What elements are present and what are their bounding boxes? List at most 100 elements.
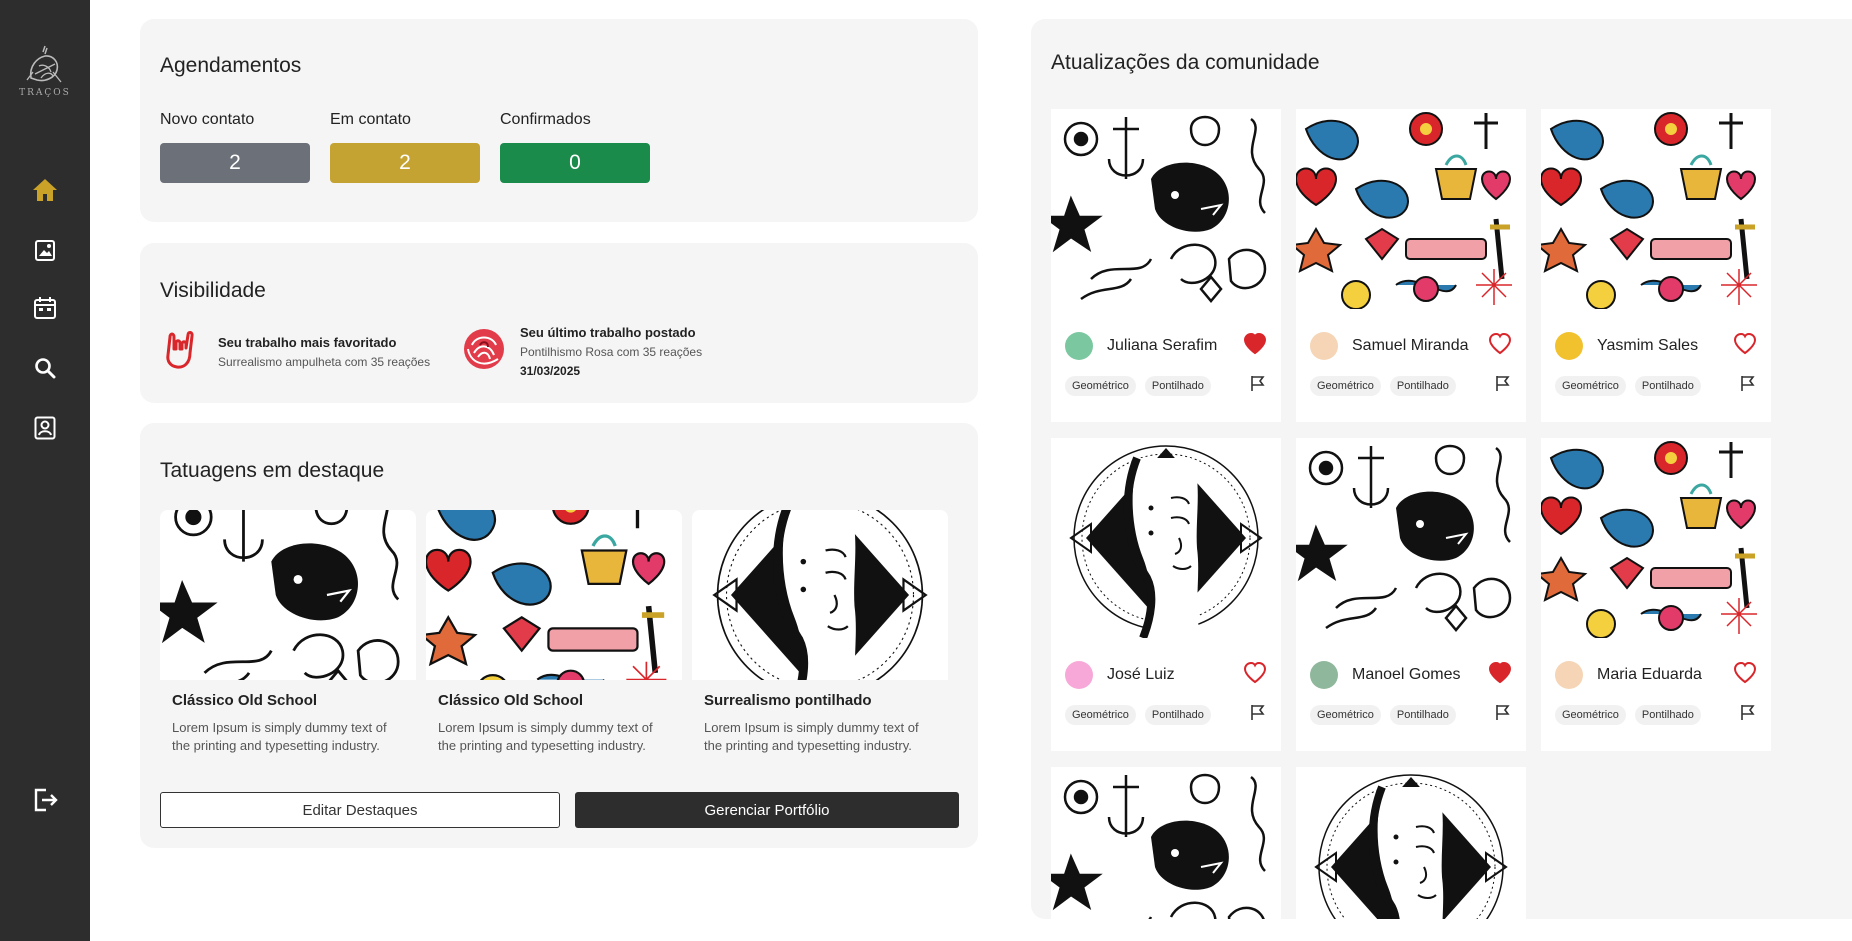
tag[interactable]: Pontilhado (1634, 704, 1701, 725)
nav-calendar[interactable] (0, 286, 90, 330)
visibility-card: Visibilidade Seu trabalho mais favoritad… (140, 243, 978, 403)
post-username[interactable]: Maria Eduarda (1597, 666, 1733, 684)
tattoo-image (1541, 438, 1771, 638)
tag[interactable]: Pontilhado (1389, 704, 1456, 725)
tattoo-image (1051, 767, 1281, 919)
tattoo-image (1296, 109, 1526, 309)
post-username[interactable]: Yasmim Sales (1597, 337, 1733, 355)
flag-icon[interactable] (1494, 374, 1512, 397)
last-posted-sub: Pontilhismo Rosa com 35 reações (520, 345, 703, 359)
post-username[interactable]: Samuel Miranda (1352, 337, 1488, 355)
post-username[interactable]: Manoel Gomes (1352, 666, 1488, 684)
avatar[interactable] (1065, 661, 1093, 689)
confirmed-label: Confirmados (500, 111, 591, 128)
search-icon (35, 358, 56, 379)
heart-icon[interactable] (1243, 332, 1267, 361)
most-favorited-sub: Surrealismo ampulheta com 35 reações (218, 355, 431, 369)
nav-profile[interactable] (0, 406, 90, 450)
visibility-title: Visibilidade (160, 279, 266, 302)
sidebar: TRAÇOS (0, 0, 90, 941)
tag[interactable]: Pontilhado (1144, 704, 1211, 725)
rock-hand-icon (166, 331, 194, 369)
community-post[interactable]: Maria Eduarda Geométrico Pontilhado (1541, 438, 1771, 751)
logo-text: TRAÇOS (19, 88, 71, 98)
most-favorited-title: Seu trabalho mais favoritado (218, 335, 397, 350)
tattoo-image (692, 510, 948, 680)
new-contact-count[interactable]: 2 (160, 143, 310, 183)
nav-home[interactable] (0, 168, 90, 212)
rose-icon (464, 329, 504, 369)
featured-item-desc: Lorem Ipsum is simply dummy text of the … (704, 720, 919, 753)
heart-icon[interactable] (1488, 332, 1512, 361)
featured-item-desc: Lorem Ipsum is simply dummy text of the … (172, 720, 387, 753)
featured-item[interactable]: Clássico Old School Lorem Ipsum is simpl… (426, 510, 682, 755)
tag[interactable]: Pontilhado (1144, 375, 1211, 396)
tag[interactable]: Pontilhado (1634, 375, 1701, 396)
flag-icon[interactable] (1249, 374, 1267, 397)
appointments-card: Agendamentos Novo contato 2 Em contato 2… (140, 19, 978, 222)
last-posted-date: 31/03/2025 (520, 364, 581, 378)
community-post[interactable]: Juliana Serafim Geométrico Pontilhado (1051, 109, 1281, 422)
confirmed-count[interactable]: 0 (500, 143, 650, 183)
avatar[interactable] (1555, 661, 1583, 689)
heart-icon[interactable] (1488, 661, 1512, 690)
tag[interactable]: Geométrico (1310, 704, 1381, 725)
gallery-icon (35, 240, 55, 261)
nav-search[interactable] (0, 346, 90, 390)
featured-item-title: Surrealismo pontilhado (704, 692, 872, 709)
in-contact-count[interactable]: 2 (330, 143, 480, 183)
heart-icon[interactable] (1733, 332, 1757, 361)
avatar[interactable] (1310, 661, 1338, 689)
community-title: Atualizações da comunidade (1051, 51, 1320, 74)
featured-item-title: Clássico Old School (438, 692, 584, 709)
flag-icon[interactable] (1739, 703, 1757, 726)
avatar[interactable] (1310, 332, 1338, 360)
flag-icon[interactable] (1739, 374, 1757, 397)
featured-title: Tatuagens em destaque (160, 459, 385, 482)
logo-icon (26, 45, 62, 83)
avatar[interactable] (1065, 332, 1093, 360)
tag[interactable]: Geométrico (1555, 704, 1626, 725)
in-contact-label: Em contato (330, 111, 411, 128)
tattoo-image (1051, 438, 1281, 638)
community-post[interactable]: Samuel Miranda Geométrico Pontilhado (1296, 109, 1526, 422)
tag[interactable]: Geométrico (1310, 375, 1381, 396)
featured-item[interactable]: Surrealismo pontilhado Lorem Ipsum is si… (692, 510, 948, 755)
avatar[interactable] (1555, 332, 1583, 360)
app-logo[interactable]: TRAÇOS (18, 42, 72, 104)
community-post[interactable]: Yasmim Sales Geométrico Pontilhado (1541, 109, 1771, 422)
calendar-icon (34, 297, 56, 319)
tattoo-image (1051, 109, 1281, 309)
flag-icon[interactable] (1249, 703, 1267, 726)
tattoo-image (426, 510, 682, 680)
flag-icon[interactable] (1494, 703, 1512, 726)
tag[interactable]: Pontilhado (1389, 375, 1456, 396)
featured-item[interactable]: Clássico Old School Lorem Ipsum is simpl… (160, 510, 416, 755)
community-post[interactable] (1296, 767, 1526, 919)
logout-icon (34, 788, 58, 812)
new-contact-label: Novo contato (160, 111, 255, 128)
featured-item-desc: Lorem Ipsum is simply dummy text of the … (438, 720, 653, 753)
manage-portfolio-button[interactable]: Gerenciar Portfólio (575, 792, 959, 828)
nav-logout[interactable] (0, 778, 90, 822)
tattoo-image (1296, 438, 1526, 638)
edit-highlights-button[interactable]: Editar Destaques (160, 792, 560, 828)
nav-gallery[interactable] (0, 228, 90, 272)
featured-item-title: Clássico Old School (172, 692, 318, 709)
community-post[interactable]: Manoel Gomes Geométrico Pontilhado (1296, 438, 1526, 751)
tattoo-image (160, 510, 416, 680)
community-post[interactable] (1051, 767, 1281, 919)
post-username[interactable]: Juliana Serafim (1107, 337, 1243, 355)
tag[interactable]: Geométrico (1555, 375, 1626, 396)
tag[interactable]: Geométrico (1065, 704, 1136, 725)
heart-icon[interactable] (1733, 661, 1757, 690)
profile-icon (34, 416, 56, 440)
home-icon (33, 179, 57, 201)
tag[interactable]: Geométrico (1065, 375, 1136, 396)
heart-icon[interactable] (1243, 661, 1267, 690)
community-post[interactable]: José Luiz Geométrico Pontilhado (1051, 438, 1281, 751)
tattoo-image (1296, 767, 1526, 919)
post-username[interactable]: José Luiz (1107, 666, 1243, 684)
last-posted-title: Seu último trabalho postado (520, 325, 696, 340)
appointments-title: Agendamentos (160, 54, 302, 77)
